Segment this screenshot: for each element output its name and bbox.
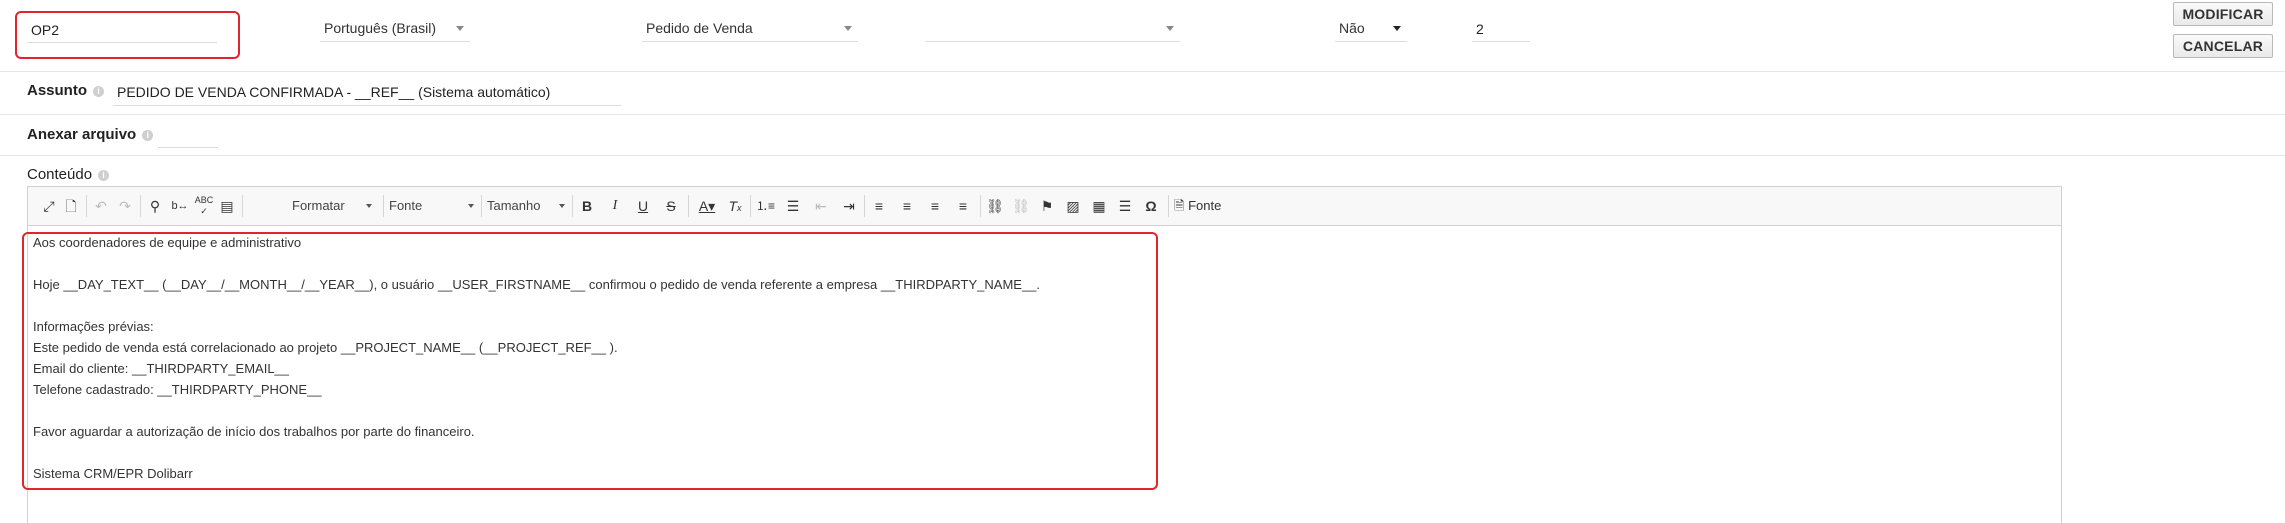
toolbar-separator [572, 195, 573, 217]
toolbar-separator [481, 195, 482, 217]
chevron-down-icon [1393, 26, 1401, 31]
undo-icon[interactable]: ↶ [92, 195, 110, 217]
underline-icon[interactable]: U [634, 195, 652, 217]
remove-format-icon[interactable]: Tx [726, 195, 744, 217]
content-label: Conteúdo [27, 166, 93, 183]
toolbar-separator [1168, 195, 1169, 217]
yes-no-select-value: Não [1339, 20, 1365, 36]
attach-row-divider [0, 155, 2285, 156]
body-line: Sistema CRM/EPR Dolibarr [33, 466, 193, 481]
top-row-divider [0, 71, 2285, 72]
type-select-value: Pedido de Venda [646, 20, 753, 36]
editor-toolbar: ⤢ 🗋 ↶ ↷ ⚲ b↔ ABC ✓ ▤ Formatar Fonte Taman… [27, 186, 2062, 226]
cancel-button[interactable]: CANCELAR [2173, 34, 2273, 58]
format-combo-label: Formatar [292, 198, 345, 213]
maximize-icon[interactable]: ⤢ [40, 195, 58, 217]
text-color-icon[interactable]: A▾ [694, 195, 720, 217]
chevron-down-icon [456, 26, 464, 31]
body-line: Informações prévias: [33, 319, 154, 334]
size-combo-label: Tamanho [487, 198, 541, 213]
body-line: Este pedido de venda está correlacionado… [33, 340, 618, 355]
subject-row-divider [0, 114, 2285, 115]
position-input[interactable] [1472, 16, 1530, 42]
strikethrough-icon[interactable]: S [662, 195, 680, 217]
body-line: Favor aguardar a autorização de início d… [33, 424, 475, 439]
align-left-icon[interactable]: ≡ [870, 195, 888, 217]
toolbar-separator [688, 195, 689, 217]
chevron-down-icon [559, 204, 565, 208]
body-line: Aos coordenadores de equipe e administra… [33, 235, 302, 250]
language-select-value: Português (Brasil) [324, 20, 437, 36]
bullet-list-icon[interactable]: ☰ [784, 195, 802, 217]
body-line: Email do cliente: __THIRDPARTY_EMAIL__ [33, 361, 290, 376]
bold-icon[interactable]: B [578, 195, 596, 217]
size-combo[interactable]: Tamanho [487, 195, 565, 217]
numbered-list-icon[interactable]: ⒈≡ [756, 195, 775, 217]
indent-icon[interactable]: ⇥ [840, 195, 858, 217]
font-combo-label: Fonte [389, 198, 423, 213]
preview-icon[interactable]: 🗋 [62, 195, 80, 217]
subject-value: PEDIDO DE VENDA CONFIRMADA - __REF__ (Si… [117, 84, 551, 100]
toolbar-separator [980, 195, 981, 217]
body-line: Telefone cadastrado: __THIRDPARTY_PHONE_… [33, 382, 322, 397]
toolbar-separator [383, 195, 384, 217]
source-button-label: Fonte [1188, 198, 1222, 213]
replace-icon[interactable]: b↔ [170, 195, 190, 217]
format-combo[interactable]: Formatar [292, 195, 372, 217]
toolbar-separator [242, 195, 243, 217]
subject-label-group: Assunto i [27, 82, 104, 99]
table-icon[interactable]: ▦ [1090, 195, 1108, 217]
attach-label-group: Anexar arquivo i [27, 126, 154, 143]
chevron-down-icon [366, 204, 372, 208]
chevron-down-icon [844, 26, 852, 31]
chevron-down-icon [1166, 26, 1174, 31]
attach-label: Anexar arquivo [27, 126, 137, 143]
toolbar-separator [750, 195, 751, 217]
align-center-icon[interactable]: ≡ [898, 195, 916, 217]
spellcheck-icon[interactable]: ABC ✓ [194, 195, 214, 217]
type-select[interactable]: Pedido de Venda [642, 16, 858, 42]
yes-no-select[interactable]: Não [1335, 16, 1407, 42]
align-right-icon[interactable]: ≡ [926, 195, 944, 217]
toolbar-separator [140, 195, 141, 217]
code-input[interactable] [27, 17, 217, 43]
select-all-icon[interactable]: ▤ [218, 195, 236, 217]
toolbar-separator [864, 195, 865, 217]
outdent-icon[interactable]: ⇤ [812, 195, 830, 217]
subject-input[interactable]: PEDIDO DE VENDA CONFIRMADA - __REF__ (Si… [113, 80, 621, 106]
chevron-down-icon [468, 204, 474, 208]
attach-file-input[interactable] [158, 121, 218, 148]
source-icon: 🗎 [1174, 198, 1185, 213]
modify-button[interactable]: MODIFICAR [2173, 2, 2273, 26]
horizontal-rule-icon[interactable]: ☰ [1116, 195, 1134, 217]
anchor-flag-icon[interactable]: ⚑ [1038, 195, 1056, 217]
subject-label: Assunto [27, 82, 87, 99]
redo-icon[interactable]: ↷ [116, 195, 134, 217]
info-icon: i [98, 169, 110, 181]
find-icon[interactable]: ⚲ [146, 195, 164, 217]
body-line: Hoje __DAY_TEXT__ (__DAY__/__MONTH__/__Y… [33, 277, 1041, 292]
info-icon: i [93, 85, 104, 97]
link-icon[interactable]: ⛓ [986, 195, 1004, 217]
font-combo[interactable]: Fonte [389, 195, 474, 217]
content-label-group: Conteúdo i [27, 166, 110, 183]
toolbar-separator [86, 195, 87, 217]
blank-select[interactable] [925, 16, 1180, 42]
image-icon[interactable]: ▨ [1064, 195, 1082, 217]
source-button[interactable]: 🗎 Fonte [1174, 195, 1234, 217]
justify-icon[interactable]: ≡ [954, 195, 972, 217]
info-icon: i [142, 129, 154, 141]
unlink-icon[interactable]: ⛓ [1012, 195, 1030, 217]
special-char-icon[interactable]: Ω [1142, 195, 1160, 217]
italic-icon[interactable]: I [606, 195, 624, 217]
language-select[interactable]: Português (Brasil) [320, 16, 470, 42]
